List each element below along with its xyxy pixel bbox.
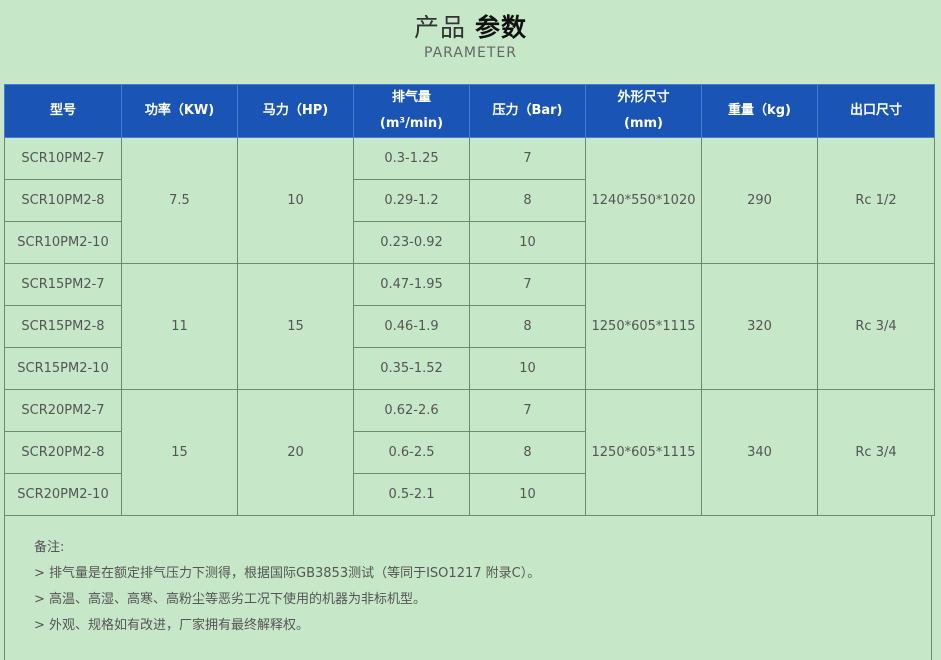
- note-item: > 高温、高湿、高寒、高粉尘等恶劣工况下使用的机器为非标机型。: [34, 592, 427, 607]
- cell-pressure: 10: [469, 221, 586, 264]
- note-item: > 外观、规格如有改进，厂家拥有最终解释权。: [34, 618, 310, 633]
- cell-power: 15: [121, 389, 238, 516]
- cell-dimensions: 1240*550*1020: [585, 137, 702, 264]
- title-bold: 参数: [474, 13, 527, 42]
- cell-horsepower: 20: [237, 389, 354, 516]
- table-row: SCR20PM2-7 15 20 0.62-2.6 7 1250*605*111…: [4, 389, 935, 516]
- cell-model: SCR15PM2-10: [4, 347, 122, 390]
- cell-pressure: 7: [469, 389, 586, 432]
- cell-horsepower: 15: [237, 263, 354, 390]
- col-header-power: 功率（KW): [121, 84, 238, 138]
- cell-horsepower: 10: [237, 137, 354, 264]
- table-row: SCR15PM2-7 11 15 0.47-1.95 7 1250*605*11…: [4, 263, 935, 390]
- cell-model: SCR10PM2-8: [4, 179, 122, 222]
- cell-pressure: 8: [469, 431, 586, 474]
- note-item: > 排气量是在额定排气压力下测得，根据国际GB3853测试（等同于ISO1217…: [34, 566, 541, 581]
- cell-power: 11: [121, 263, 238, 390]
- cell-air-delivery: 0.23-0.92: [353, 221, 470, 264]
- table-header-row: 型号 功率（KW) 马力（HP) 排气量 (m³/min) 压力（Bar) 外形尺…: [4, 84, 935, 138]
- cell-weight: 320: [701, 263, 818, 390]
- col-header-air-delivery: 排气量 (m³/min): [353, 84, 470, 138]
- title-light: 产品: [414, 13, 467, 42]
- cell-model: SCR10PM2-10: [4, 221, 122, 264]
- cell-air-delivery: 0.46-1.9: [353, 305, 470, 348]
- col-header-model: 型号: [4, 84, 122, 138]
- parameter-table: 型号 功率（KW) 马力（HP) 排气量 (m³/min) 压力（Bar) 外形尺…: [4, 84, 935, 516]
- cell-pressure: 10: [469, 473, 586, 516]
- cell-outlet: Rc 3/4: [817, 389, 935, 516]
- cell-model: SCR15PM2-7: [4, 263, 122, 306]
- cell-air-delivery: 0.6-2.5: [353, 431, 470, 474]
- cell-air-delivery: 0.29-1.2: [353, 179, 470, 222]
- page-title: 产品 参数: [0, 8, 941, 44]
- cell-dimensions: 1250*605*1115: [585, 389, 702, 516]
- table-row: SCR10PM2-7 7.5 10 0.3-1.25 7 1240*550*10…: [4, 137, 935, 264]
- page-subtitle: PARAMETER: [424, 45, 517, 61]
- cell-pressure: 7: [469, 263, 586, 306]
- cell-air-delivery: 0.47-1.95: [353, 263, 470, 306]
- col-header-pressure: 压力（Bar): [469, 84, 586, 138]
- cell-air-delivery: 0.5-2.1: [353, 473, 470, 516]
- col-header-weight: 重量（kg): [701, 84, 818, 138]
- notes-section: 备注: > 排气量是在额定排气压力下测得，根据国际GB3853测试（等同于ISO…: [4, 515, 932, 660]
- col-header-dimensions: 外形尺寸 (mm): [585, 84, 702, 138]
- cell-weight: 340: [701, 389, 818, 516]
- cell-model: SCR10PM2-7: [4, 137, 122, 180]
- cell-model: SCR20PM2-10: [4, 473, 122, 516]
- cell-air-delivery: 0.3-1.25: [353, 137, 470, 180]
- notes-heading: 备注:: [34, 540, 65, 555]
- cell-model: SCR15PM2-8: [4, 305, 122, 348]
- col-header-horsepower: 马力（HP): [237, 84, 354, 138]
- cell-weight: 290: [701, 137, 818, 264]
- cell-outlet: Rc 1/2: [817, 137, 935, 264]
- cell-pressure: 8: [469, 179, 586, 222]
- col-header-outlet: 出口尺寸: [817, 84, 935, 138]
- cell-pressure: 8: [469, 305, 586, 348]
- cell-air-delivery: 0.35-1.52: [353, 347, 470, 390]
- cell-air-delivery: 0.62-2.6: [353, 389, 470, 432]
- cell-dimensions: 1250*605*1115: [585, 263, 702, 390]
- cell-model: SCR20PM2-7: [4, 389, 122, 432]
- cell-model: SCR20PM2-8: [4, 431, 122, 474]
- cell-outlet: Rc 3/4: [817, 263, 935, 390]
- cell-pressure: 10: [469, 347, 586, 390]
- cell-pressure: 7: [469, 137, 586, 180]
- cell-power: 7.5: [121, 137, 238, 264]
